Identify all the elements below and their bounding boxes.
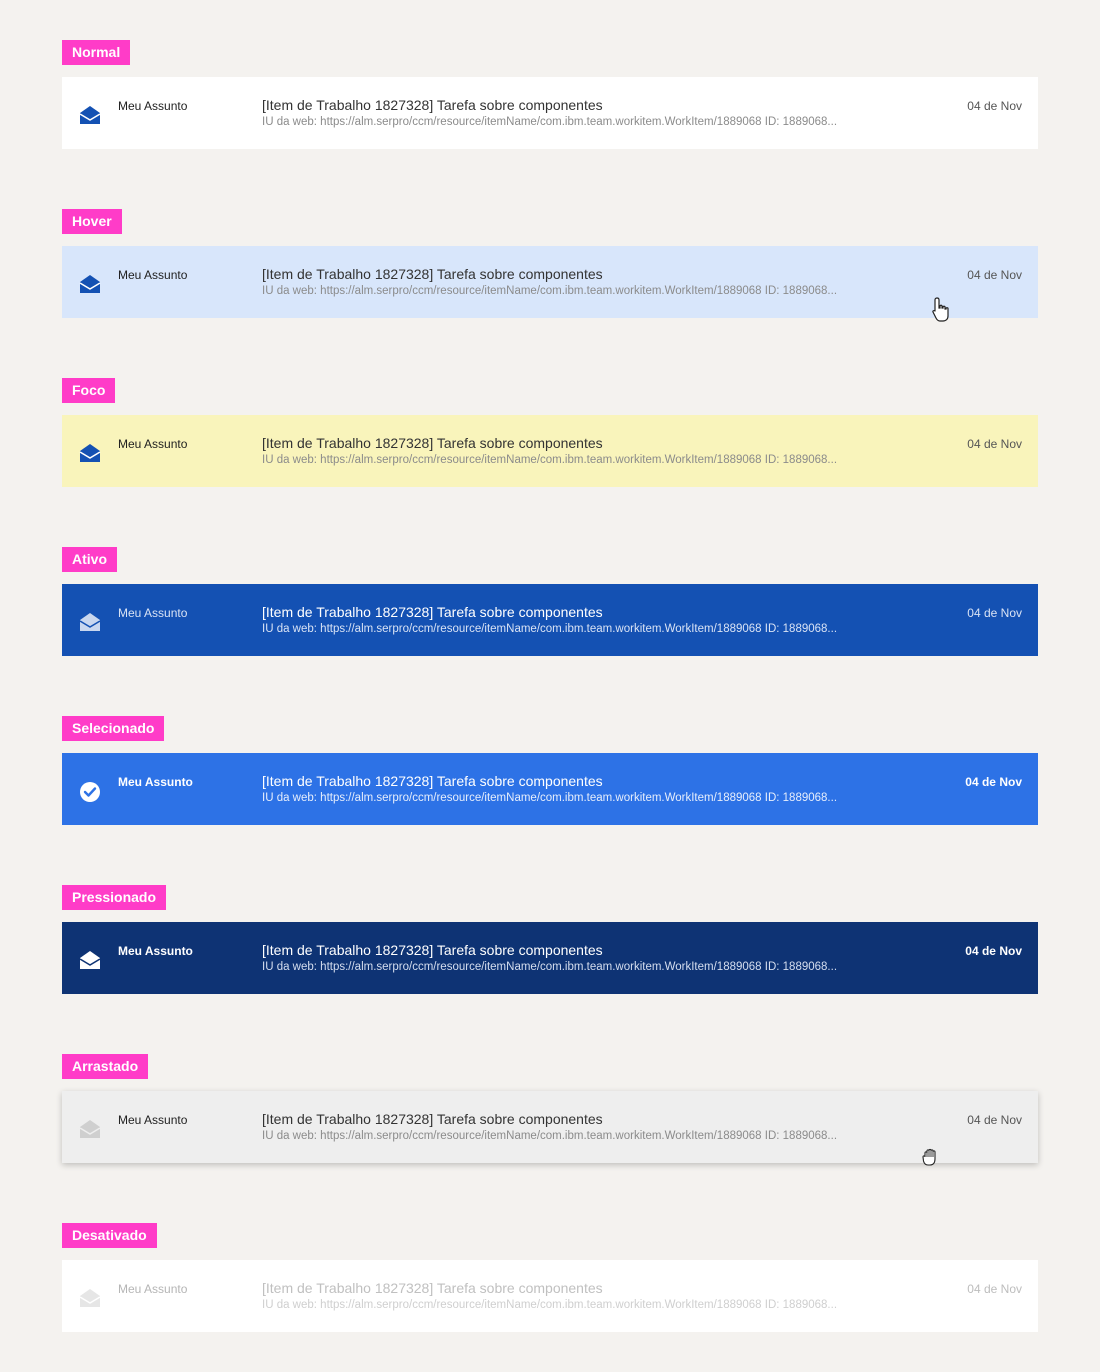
envelope-open-icon (78, 610, 102, 634)
message-subject: [Item de Trabalho 1827328] Tarefa sobre … (262, 1111, 603, 1127)
sender-name: Meu Assunto (118, 268, 188, 282)
message-preview: IU da web: https://alm.serpro/ccm/resour… (262, 454, 838, 466)
envelope-open-icon (78, 1286, 102, 1310)
message-date: 04 de Nov (965, 775, 1022, 789)
message-date: 04 de Nov (967, 99, 1022, 113)
message-preview: IU da web: https://alm.serpro/ccm/resour… (262, 623, 838, 635)
check-circle-icon (78, 779, 102, 803)
sender-name: Meu Assunto (118, 1282, 188, 1296)
message-date: 04 de Nov (967, 268, 1022, 282)
message-item[interactable]: Meu Assunto [Item de Trabalho 1827328] T… (62, 415, 1038, 487)
message-subject: [Item de Trabalho 1827328] Tarefa sobre … (262, 1280, 603, 1296)
message-preview: IU da web: https://alm.serpro/ccm/resour… (262, 961, 838, 973)
message-item[interactable]: Meu Assunto [Item de Trabalho 1827328] T… (62, 246, 1038, 322)
message-subject: [Item de Trabalho 1827328] Tarefa sobre … (262, 97, 603, 113)
state-tag: Foco (62, 378, 116, 403)
sender-name: Meu Assunto (118, 944, 193, 958)
state-tag: Ativo (62, 547, 117, 572)
message-subject: [Item de Trabalho 1827328] Tarefa sobre … (262, 435, 603, 451)
hand-grab-icon (920, 1147, 944, 1175)
message-date: 04 de Nov (965, 944, 1022, 958)
message-item[interactable]: Meu Assunto [Item de Trabalho 1827328] T… (62, 584, 1038, 656)
message-item[interactable]: Meu Assunto [Item de Trabalho 1827328] T… (62, 753, 1038, 825)
envelope-open-icon (78, 948, 102, 972)
message-date: 04 de Nov (967, 606, 1022, 620)
message-preview: IU da web: https://alm.serpro/ccm/resour… (262, 285, 838, 297)
message-item: Meu Assunto [Item de Trabalho 1827328] T… (62, 1260, 1038, 1332)
sender-name: Meu Assunto (118, 437, 188, 451)
state-tag: Arrastado (62, 1054, 149, 1079)
state-tag: Desativado (62, 1223, 157, 1248)
message-preview: IU da web: https://alm.serpro/ccm/resour… (262, 1299, 838, 1311)
state-tag: Hover (62, 209, 122, 234)
message-date: 04 de Nov (967, 437, 1022, 451)
envelope-open-icon (78, 441, 102, 465)
message-preview: IU da web: https://alm.serpro/ccm/resour… (262, 116, 838, 128)
message-preview: IU da web: https://alm.serpro/ccm/resour… (262, 792, 838, 804)
state-tag: Normal (62, 40, 131, 65)
sender-name: Meu Assunto (118, 1113, 188, 1127)
hand-pointer-icon (930, 296, 954, 324)
envelope-open-icon (78, 272, 102, 296)
envelope-open-icon (78, 103, 102, 127)
message-item[interactable]: Meu Assunto [Item de Trabalho 1827328] T… (62, 922, 1038, 994)
message-date: 04 de Nov (967, 1113, 1022, 1127)
message-subject: [Item de Trabalho 1827328] Tarefa sobre … (262, 942, 603, 958)
message-date: 04 de Nov (967, 1282, 1022, 1296)
sender-name: Meu Assunto (118, 775, 193, 789)
state-tag: Pressionado (62, 885, 167, 910)
message-preview: IU da web: https://alm.serpro/ccm/resour… (262, 1130, 838, 1142)
state-tag: Selecionado (62, 716, 165, 741)
sender-name: Meu Assunto (118, 99, 188, 113)
message-item[interactable]: Meu Assunto [Item de Trabalho 1827328] T… (62, 1091, 1038, 1166)
message-subject: [Item de Trabalho 1827328] Tarefa sobre … (262, 266, 603, 282)
sender-name: Meu Assunto (118, 606, 188, 620)
envelope-open-icon (78, 1117, 102, 1141)
message-subject: [Item de Trabalho 1827328] Tarefa sobre … (262, 604, 603, 620)
message-subject: [Item de Trabalho 1827328] Tarefa sobre … (262, 773, 603, 789)
message-item[interactable]: Meu Assunto [Item de Trabalho 1827328] T… (62, 77, 1038, 149)
